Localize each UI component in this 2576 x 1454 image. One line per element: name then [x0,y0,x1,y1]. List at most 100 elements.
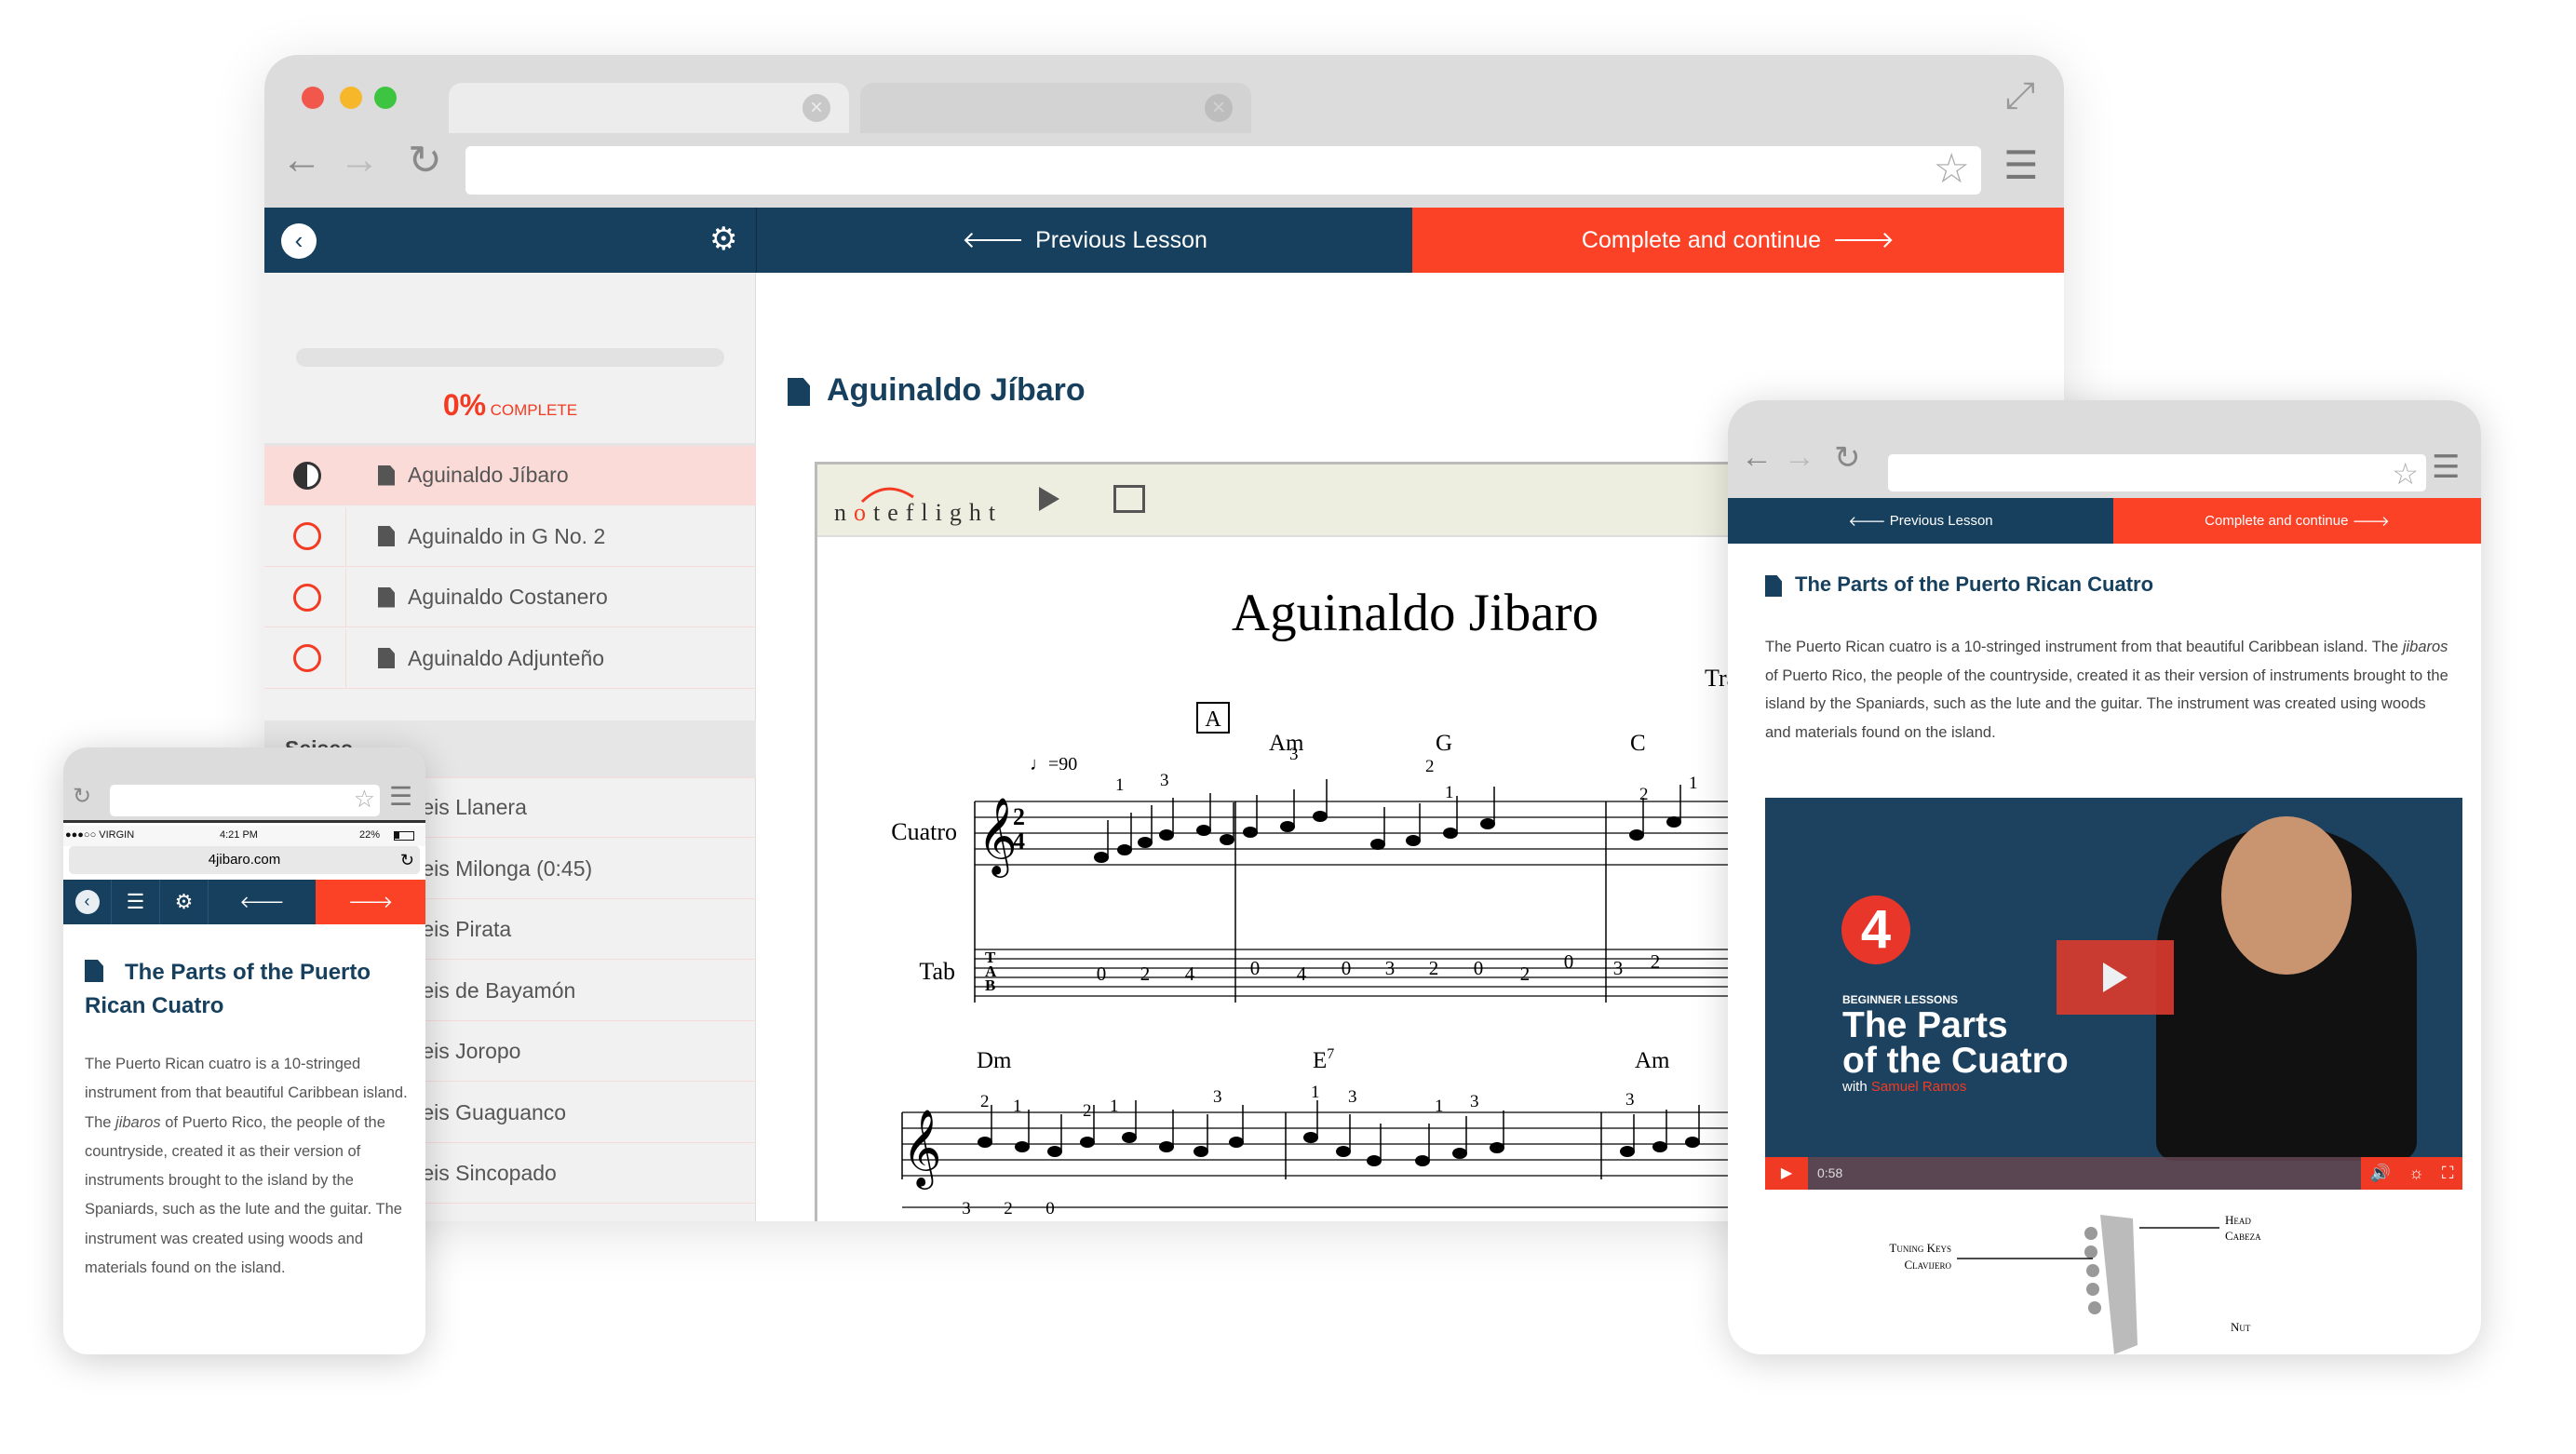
chord-symbol: C [1630,731,1646,756]
lesson-label: Seis de Bayamón [408,977,576,1003]
reload-icon[interactable]: ↻ [408,137,442,184]
fullscreen-icon[interactable]: ⤢ [2005,75,2035,117]
close-tab-icon[interactable]: × [1205,94,1233,122]
url-bar[interactable]: 4jibaro.com ↻ [69,846,420,874]
settings-gear-icon[interactable]: ⚙ [160,880,209,924]
course-nav-bar: 🡐 Previous Lesson Complete and continue … [1728,498,2481,544]
note-head [1415,1155,1430,1166]
lesson-label: Aguinaldo Jíbaro [408,463,569,487]
svg-text:noteflight: noteflight [834,499,1003,526]
lesson-label: Seis Milonga (0:45) [408,855,593,881]
note-head [1303,1132,1318,1143]
noteflight-logo: noteflight [834,487,1003,526]
note-head [1159,1141,1174,1152]
previous-lesson-button[interactable]: 🡐 [209,880,316,924]
document-icon [378,648,395,668]
play-icon[interactable] [1039,487,1059,511]
note-head [1443,828,1458,839]
note-head [1194,1146,1208,1157]
note-head [1629,829,1644,841]
fullscreen-icon[interactable]: ⛶ [2442,1157,2454,1190]
note-head [1229,1137,1244,1148]
maximize-window-button[interactable] [374,87,397,109]
browser-tab[interactable]: × [860,83,1251,133]
complete-and-continue-button[interactable]: Complete and continue 🡒 [2113,498,2481,544]
fingering-number: 3 [1160,771,1169,790]
note-head [978,1137,992,1148]
course-nav-bar: ‹ ☰ ⚙ 🡐 🡒 [63,880,425,924]
incomplete-circle-icon [293,522,321,550]
bookmark-star-icon[interactable]: ☆ [1934,146,1970,193]
tab-fret-number: 3 [1613,957,1624,979]
fingering-number: 3 [1289,745,1299,764]
video-player[interactable]: 4 BEGINNER LESSONS The Parts of the Cuatr… [1765,798,2462,1190]
volume-icon[interactable]: 🔊 [2370,1157,2391,1190]
fingering-number: 1 [1435,1097,1444,1116]
reload-icon[interactable]: ↻ [1834,439,1861,477]
lesson-paragraph: The Puerto Rican cuatro is a 10-stringed… [1765,639,2448,741]
lesson-paragraph: The Puerto Rican cuatro is a 10-stringed… [85,1056,408,1277]
sidebar-lesson-item[interactable]: Aguinaldo in G No. 2 [264,506,756,567]
menu-icon[interactable]: ☰ [2432,449,2460,486]
battery-icon [394,831,414,841]
close-window-button[interactable] [302,87,324,109]
browser-chrome: × × ⤢ ← → ↻ ☆ ☰ [264,55,2064,208]
tab-fret-number: 2 [1429,957,1439,979]
progress-bar [296,348,724,367]
sidebar-lesson-item[interactable]: Aguinaldo Adjunteño [264,628,756,689]
incomplete-circle-icon [293,583,321,612]
incomplete-circle-icon [293,644,321,672]
document-icon [788,378,810,406]
video-control-bar: ▶ 0:58 🔊 ☼ ⛶ [1765,1157,2462,1190]
document-icon [378,526,395,546]
bookmark-star-icon[interactable]: ☆ [2392,456,2419,491]
close-tab-icon[interactable]: × [802,94,830,122]
minimize-window-button[interactable] [340,87,362,109]
back-arrow-icon[interactable]: ← [1741,439,1773,476]
tab-fret-number: 0 [1250,957,1261,979]
sidebar-lesson-item[interactable]: Aguinaldo Costanero [264,568,756,627]
previous-lesson-button[interactable]: 🡐 Previous Lesson [1728,498,2113,544]
tab-fret-number: 0 [1474,957,1484,979]
play-video-button[interactable] [2057,940,2174,1015]
note-head [1685,1137,1700,1148]
next-lesson-button[interactable]: 🡒 [316,880,425,924]
course-nav-bar: ‹ ⚙ 🡐 Previous Lesson Complete and contin… [264,208,2064,273]
collapse-sidebar-button[interactable]: ‹ [281,223,317,259]
treble-clef: 𝄞 [902,1110,942,1190]
collapse-sidebar-button[interactable]: ‹ [63,880,112,924]
document-icon [378,586,395,608]
fingering-number: 3 [1348,1087,1357,1107]
complete-and-continue-button[interactable]: Complete and continue 🡒 [1412,208,2064,273]
reload-icon[interactable]: ↻ [73,783,91,810]
note-head [1652,1141,1667,1152]
time-signature: 2 [1013,803,1025,830]
stop-icon[interactable] [1113,485,1145,513]
forward-arrow-icon[interactable]: → [339,137,380,183]
diagram-label: Clavijero [1904,1258,1951,1272]
note-head [1370,839,1385,850]
phone-browser-window: ↻ ☆ ☰ ●●●○○ VIRGIN 4:21 PM 22% 4jibaro.c… [63,747,425,1354]
clock: 4:21 PM [220,829,258,841]
menu-icon[interactable]: ☰ [2003,142,2039,188]
address-bar[interactable]: ☆ [465,146,1981,195]
note-head [1080,1137,1095,1148]
note-head [1117,844,1132,855]
browser-tab-active[interactable]: × [449,83,849,133]
list-icon[interactable]: ☰ [112,880,160,924]
settings-icon[interactable]: ☼ [2408,1157,2424,1190]
sidebar-lesson-item[interactable]: Aguinaldo Jíbaro [264,446,756,505]
menu-icon[interactable]: ☰ [389,781,412,812]
play-icon[interactable]: ▶ [1765,1157,1808,1190]
address-bar[interactable]: ☆ [1888,454,2426,491]
previous-lesson-button[interactable]: 🡐 Previous Lesson [756,208,1412,273]
note-head [1047,1146,1062,1157]
back-arrow-icon[interactable]: ← [281,137,322,183]
bookmark-star-icon[interactable]: ☆ [354,785,375,814]
address-bar[interactable]: ☆ [110,785,380,816]
phone-chrome: ↻ ☆ ☰ [63,747,425,823]
forward-arrow-icon[interactable]: → [1784,439,1815,476]
reload-icon[interactable]: ↻ [400,846,414,874]
tab-fret-number: 0 [1097,963,1107,985]
settings-gear-icon[interactable]: ⚙ [709,221,737,258]
